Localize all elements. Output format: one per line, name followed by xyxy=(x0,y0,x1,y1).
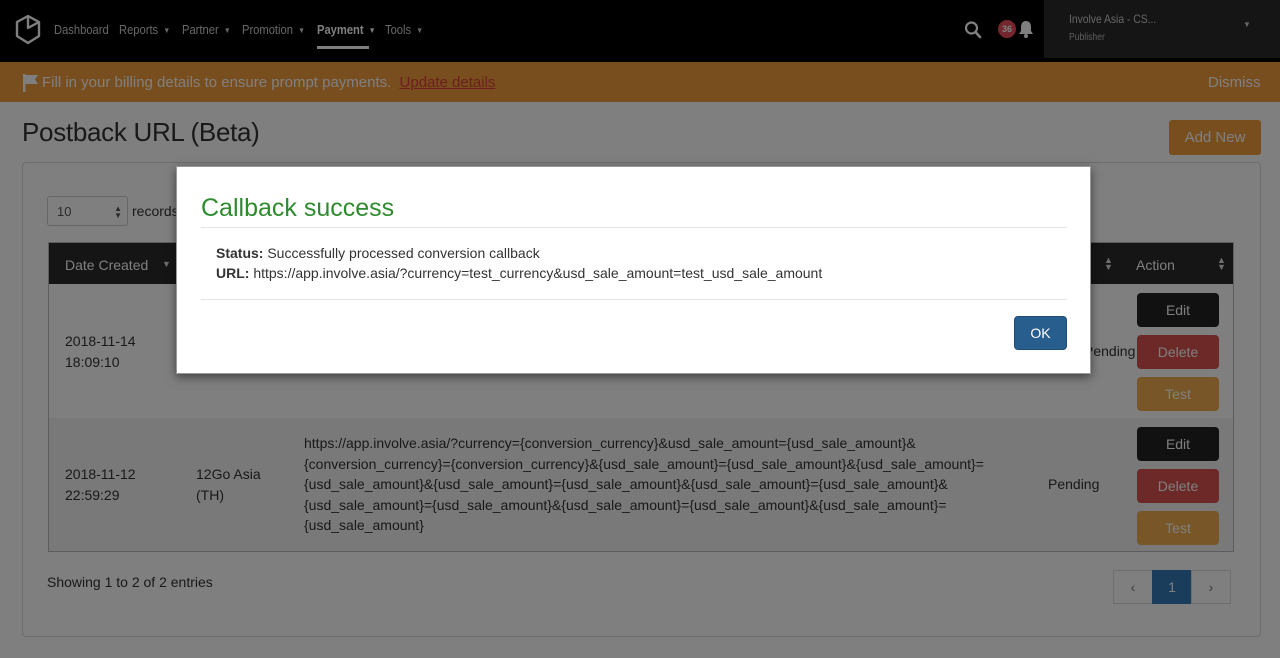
callback-success-dialog: Callback success Status: Successfully pr… xyxy=(176,166,1091,374)
url-line: URL: https://app.involve.asia/?currency=… xyxy=(216,265,822,281)
modal-title: Callback success xyxy=(201,194,395,222)
status-label: Status: xyxy=(216,245,264,261)
url-value: https://app.involve.asia/?currency=test_… xyxy=(253,265,823,281)
ok-button[interactable]: OK xyxy=(1014,316,1067,350)
status-line: Status: Successfully processed conversio… xyxy=(216,245,540,261)
modal-divider xyxy=(201,227,1067,228)
status-value: Successfully processed conversion callba… xyxy=(267,245,540,261)
url-label: URL: xyxy=(216,265,250,281)
modal-divider xyxy=(201,299,1067,300)
